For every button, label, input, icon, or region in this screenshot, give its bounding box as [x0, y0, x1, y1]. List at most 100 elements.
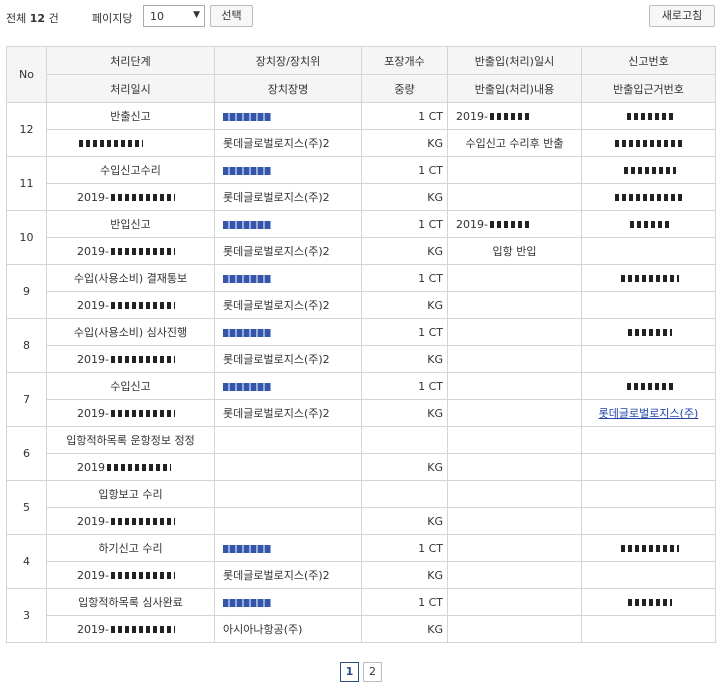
warehouse-name-cell: 롯데글로벌로지스(주)2: [214, 291, 362, 319]
redacted-datetime: [110, 518, 175, 525]
warehouse-name-cell: 롯데글로벌로지스(주)2: [214, 399, 362, 427]
inout-ref-cell: [581, 345, 716, 373]
refresh-button[interactable]: 새로고침: [649, 5, 715, 27]
table-row-detail[interactable]: 2019- 롯데글로벌로지스(주)2 KG: [7, 291, 716, 319]
stage-date-cell: 2019-: [46, 345, 215, 373]
stage-date-cell: 2019-: [46, 183, 215, 211]
warehouse-cell: [214, 534, 362, 562]
chevron-down-icon: ▼: [193, 10, 200, 20]
inout-ref-cell: [581, 615, 716, 643]
redacted-datetime: [110, 572, 175, 579]
packages-cell: 1 CT: [361, 372, 448, 400]
row-number: 12: [6, 102, 47, 157]
inout-content-cell: [447, 345, 582, 373]
table-row-detail[interactable]: 2019- 롯데글로벌로지스(주)2 KG: [7, 183, 716, 211]
table-row[interactable]: 6 입항적하목록 운항정보 정정: [6, 426, 716, 481]
inout-content-cell: [447, 561, 582, 589]
packages-cell: 1 CT: [361, 156, 448, 184]
redacted-warehouse-code: [223, 598, 271, 607]
warehouse-cell: [214, 372, 362, 400]
stage-cell: 입항보고 수리: [46, 480, 215, 508]
inout-date-cell: [447, 588, 582, 616]
col-decl-no: 신고번호: [581, 46, 716, 75]
row-number: 10: [6, 210, 47, 265]
select-button[interactable]: 선택: [210, 5, 253, 27]
inout-date-cell: [447, 264, 582, 292]
weight-cell: KG: [361, 561, 448, 589]
inout-ref-cell: [581, 291, 716, 319]
header-row-1: No 처리단계 장치장/장치위 포장개수 반출입(처리)일시 신고번호: [6, 46, 716, 103]
table-row-detail[interactable]: 2019 KG: [7, 453, 716, 481]
stage-date-cell: [46, 129, 215, 157]
stage-date-cell: 2019-: [46, 291, 215, 319]
per-page-value: 10: [150, 10, 164, 23]
decl-no-cell: [581, 588, 716, 616]
redacted-decl-no: [627, 329, 672, 336]
warehouse-cell: [214, 480, 362, 508]
redacted-warehouse-code: [223, 382, 271, 391]
table-row[interactable]: 10 반입신고 1 CT 2019-: [6, 210, 716, 265]
redacted-date: [489, 221, 530, 228]
inout-content-cell: [447, 507, 582, 535]
redacted-datetime: [110, 626, 175, 633]
per-page-select[interactable]: 10 ▼: [143, 5, 205, 27]
row-number: 6: [6, 426, 47, 481]
warehouse-cell: [214, 102, 362, 130]
inout-ref-cell: [581, 129, 716, 157]
table-row-detail[interactable]: 2019- 아시아나항공(주) KG: [7, 615, 716, 643]
warehouse-cell: [214, 426, 362, 454]
weight-cell: KG: [361, 129, 448, 157]
inout-date-cell: 2019-: [447, 102, 582, 130]
table-row[interactable]: 4 하기신고 수리 1 CT: [6, 534, 716, 589]
weight-cell: KG: [361, 399, 448, 427]
redacted-warehouse-code: [223, 112, 271, 121]
table-row[interactable]: 12 반출신고 1 CT 2019-: [6, 102, 716, 157]
page-1-button[interactable]: 1: [340, 662, 359, 682]
stage-date-cell: 2019: [46, 453, 215, 481]
warehouse-cell: [214, 318, 362, 346]
table-row-detail[interactable]: 2019- 롯데글로벌로지스(주)2 KG 롯데글로벌로지스(주): [7, 399, 716, 427]
redacted-datetime: [107, 464, 171, 471]
inout-date-cell: [447, 156, 582, 184]
table-row[interactable]: 11 수입신고수리 1 CT: [6, 156, 716, 211]
weight-cell: KG: [361, 453, 448, 481]
total-prefix: 전체: [6, 12, 27, 25]
packages-cell: [361, 480, 448, 508]
redacted-datetime: [79, 140, 143, 147]
inout-content-cell: [447, 291, 582, 319]
decl-no-cell: [581, 480, 716, 508]
inout-date-cell: [447, 534, 582, 562]
stage-date-cell: 2019-: [46, 399, 215, 427]
table-row[interactable]: 8 수입(사용소비) 심사진행 1 CT: [6, 318, 716, 373]
page-2-button[interactable]: 2: [363, 662, 382, 682]
table-row-detail[interactable]: 롯데글로벌로지스(주)2 KG 수입신고 수리후 반출: [7, 129, 716, 157]
inout-ref-cell: [581, 561, 716, 589]
inout-content-cell: [447, 453, 582, 481]
inout-ref-cell: [581, 453, 716, 481]
packages-cell: 1 CT: [361, 102, 448, 130]
table-row[interactable]: 9 수입(사용소비) 결재통보 1 CT: [6, 264, 716, 319]
redacted-ref: [614, 194, 685, 201]
table-row[interactable]: 3 입항적하목록 심사완료 1 CT: [6, 588, 716, 643]
table-row[interactable]: 5 입항보고 수리: [6, 480, 716, 535]
inout-content-cell: [447, 399, 582, 427]
redacted-date: [489, 113, 530, 120]
decl-no-cell: [581, 534, 716, 562]
col-weight: 중량: [361, 74, 448, 103]
weight-cell: KG: [361, 345, 448, 373]
table-row-detail[interactable]: 2019- KG: [7, 507, 716, 535]
stage-date-cell: 2019-: [46, 561, 215, 589]
total-count: 12: [29, 12, 46, 25]
redacted-decl-no: [620, 275, 679, 282]
table-row-detail[interactable]: 2019- 롯데글로벌로지스(주)2 KG: [7, 345, 716, 373]
table-row-detail[interactable]: 2019- 롯데글로벌로지스(주)2 KG 입항 반입: [7, 237, 716, 265]
inout-ref-cell: [581, 183, 716, 211]
stage-date-cell: 2019-: [46, 615, 215, 643]
inout-content-cell: 입항 반입: [447, 237, 582, 265]
table-row-detail[interactable]: 2019- 롯데글로벌로지스(주)2 KG: [7, 561, 716, 589]
stage-cell: 입항적하목록 심사완료: [46, 588, 215, 616]
inout-date-cell: [447, 318, 582, 346]
redacted-warehouse-code: [223, 328, 271, 337]
table-row[interactable]: 7 수입신고 1 CT: [6, 372, 716, 427]
inout-content-cell: [447, 615, 582, 643]
